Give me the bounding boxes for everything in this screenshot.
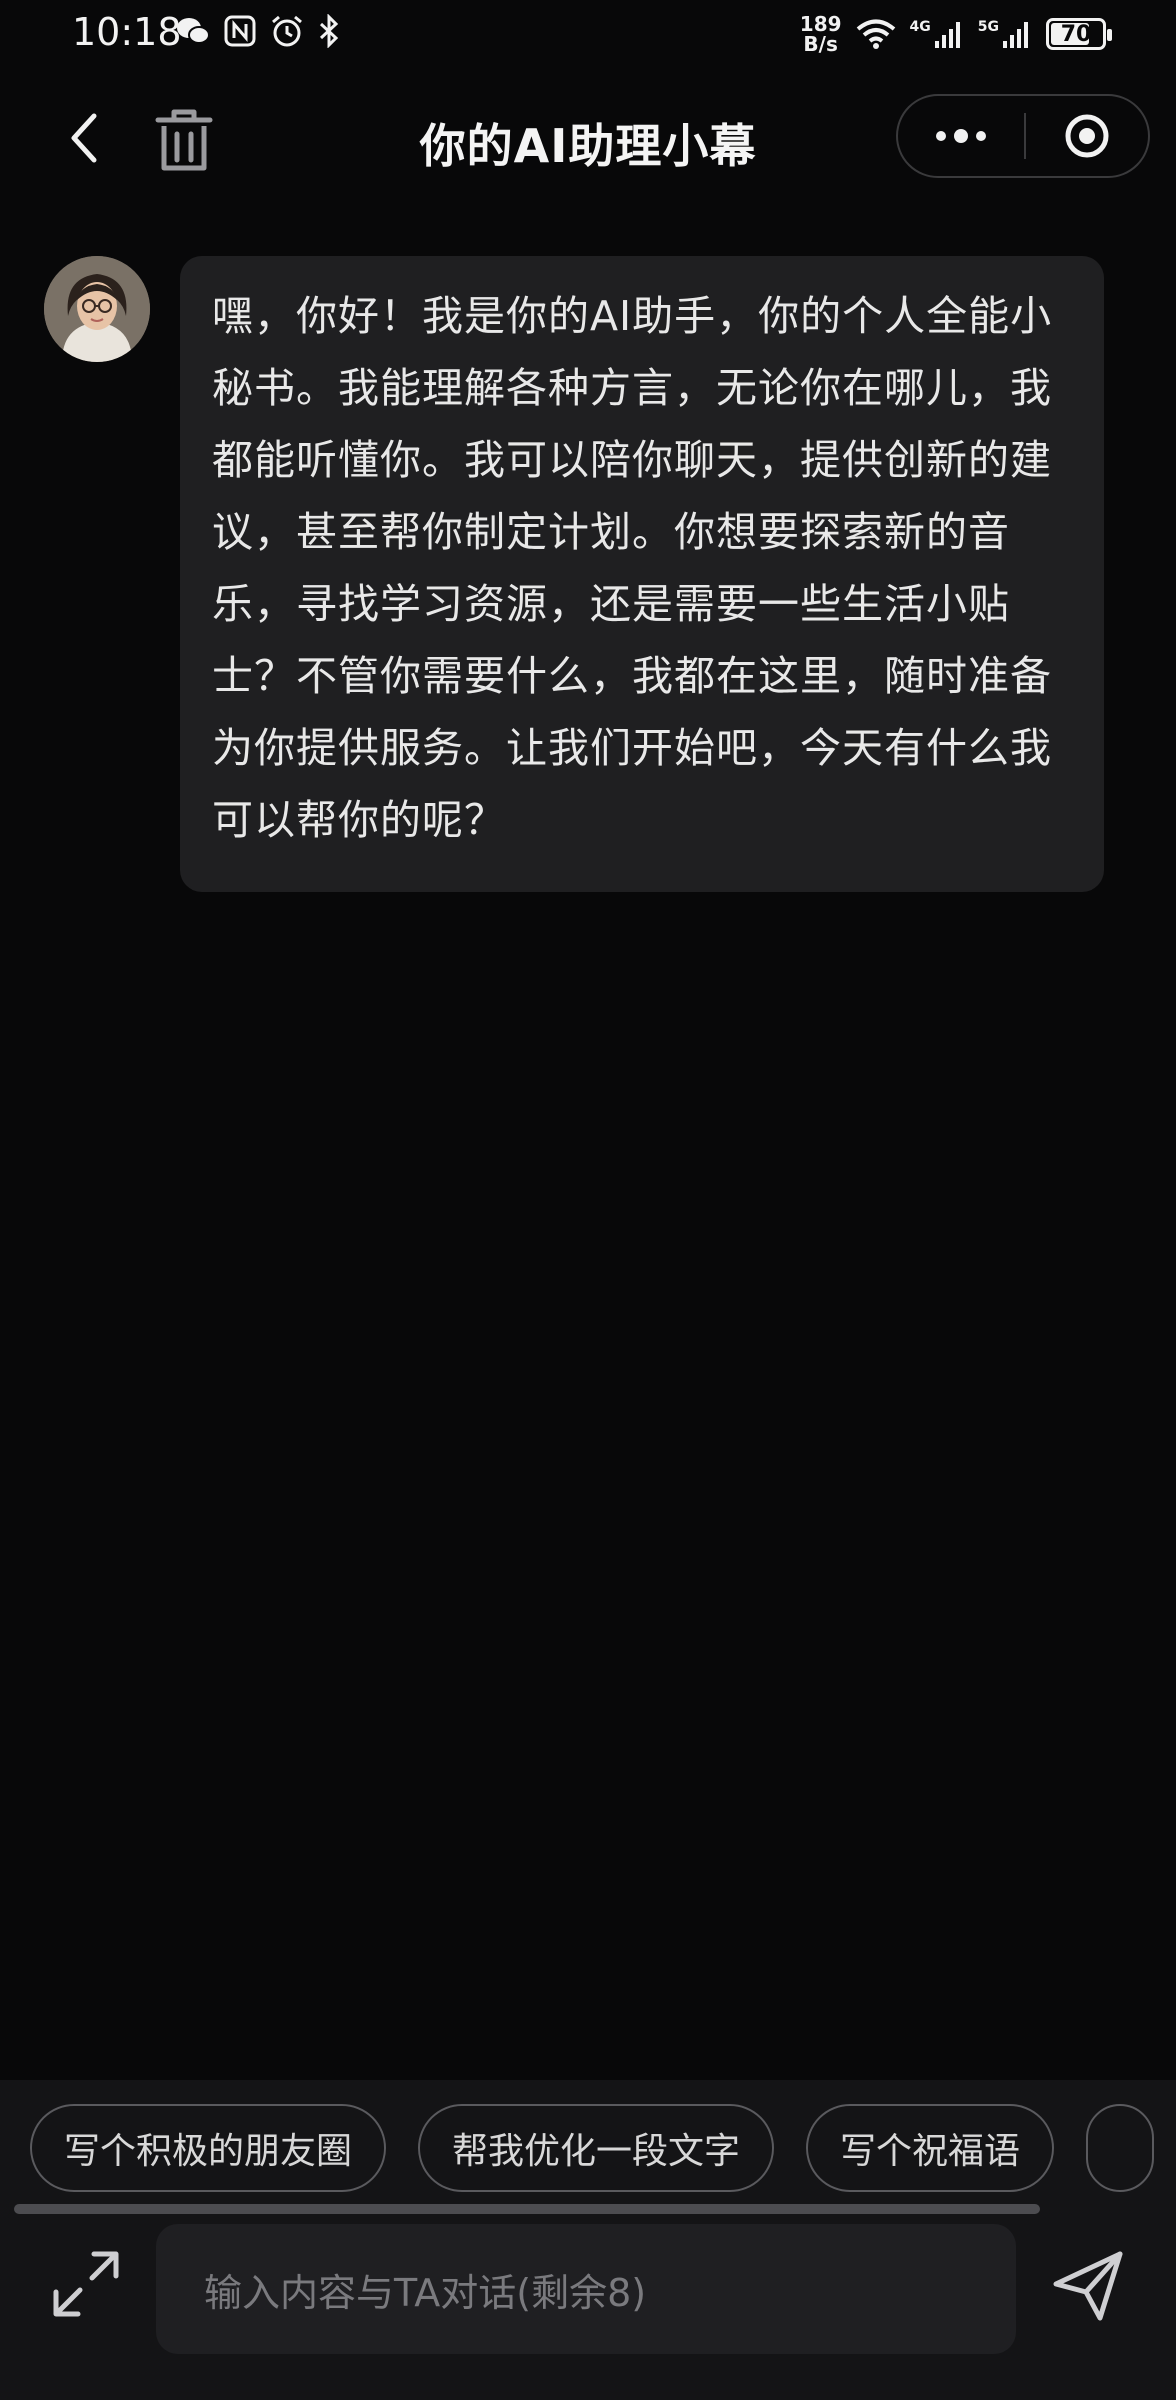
close-miniprogram-button[interactable]	[1026, 96, 1148, 176]
notification-icons	[176, 14, 340, 48]
cell-signal-2: 5G	[978, 19, 1032, 49]
message-input[interactable]: 输入内容与TA对话(剩余8)	[156, 2224, 1016, 2354]
chat-screen: 10:18 189 B/s 4G 5G 70 你的AI助理小幕 嘿，你好！我是你…	[0, 0, 1176, 2400]
battery-level: 70	[1060, 21, 1092, 47]
battery-indicator: 70	[1046, 18, 1112, 50]
status-time: 10:18	[72, 10, 182, 54]
assistant-avatar[interactable]	[44, 256, 150, 362]
system-indicators: 189 B/s 4G 5G 70	[800, 14, 1112, 54]
send-icon[interactable]	[1048, 2246, 1128, 2326]
network-speed-unit: B/s	[803, 32, 838, 56]
close-miniprogram-icon	[1065, 114, 1109, 158]
nfc-icon	[224, 15, 256, 47]
bluetooth-icon	[319, 14, 339, 48]
suggestion-chip[interactable]: 写个积极的朋友圈	[30, 2104, 387, 2192]
miniprogram-capsule	[896, 94, 1150, 178]
message-input-placeholder: 输入内容与TA对话(剩余8)	[204, 2270, 647, 2315]
network-type-1: 4G	[909, 19, 931, 35]
network-speed: 189 B/s	[800, 14, 842, 54]
navigation-bar: 你的AI助理小幕	[0, 88, 1176, 188]
network-speed-value: 189	[799, 12, 842, 36]
wifi-icon	[856, 19, 895, 49]
chips-scrollbar[interactable]	[14, 2204, 1160, 2214]
avatar-portrait-icon	[44, 256, 150, 362]
composer-panel: 写个积极的朋友圈 帮我优化一段文字 写个祝福语 输入内容与TA对话(剩余8)	[0, 2080, 1176, 2400]
assistant-message-bubble[interactable]: 嘿，你好！我是你的AI助手，你的个人全能小秘书。我能理解各种方言，无论你在哪儿，…	[180, 256, 1104, 892]
signal-icon	[1003, 22, 1028, 48]
suggestion-chips: 写个积极的朋友圈 帮我优化一段文字 写个祝福语	[30, 2104, 1176, 2196]
chips-scrollbar-thumb[interactable]	[14, 2204, 1040, 2214]
signal-icon	[934, 22, 960, 48]
network-type-2: 5G	[977, 19, 999, 35]
status-bar: 10:18 189 B/s 4G 5G 70	[0, 0, 1176, 72]
expand-icon[interactable]	[50, 2248, 122, 2320]
more-button[interactable]	[898, 96, 1024, 176]
cell-signal-1: 4G	[910, 19, 964, 49]
suggestion-chip-partial[interactable]	[1086, 2104, 1155, 2192]
suggestion-chip[interactable]: 帮我优化一段文字	[418, 2104, 775, 2192]
alarm-icon	[272, 15, 302, 47]
suggestion-chip[interactable]: 写个祝福语	[806, 2104, 1055, 2192]
more-icon	[936, 129, 986, 143]
wechat-icon	[177, 18, 210, 44]
